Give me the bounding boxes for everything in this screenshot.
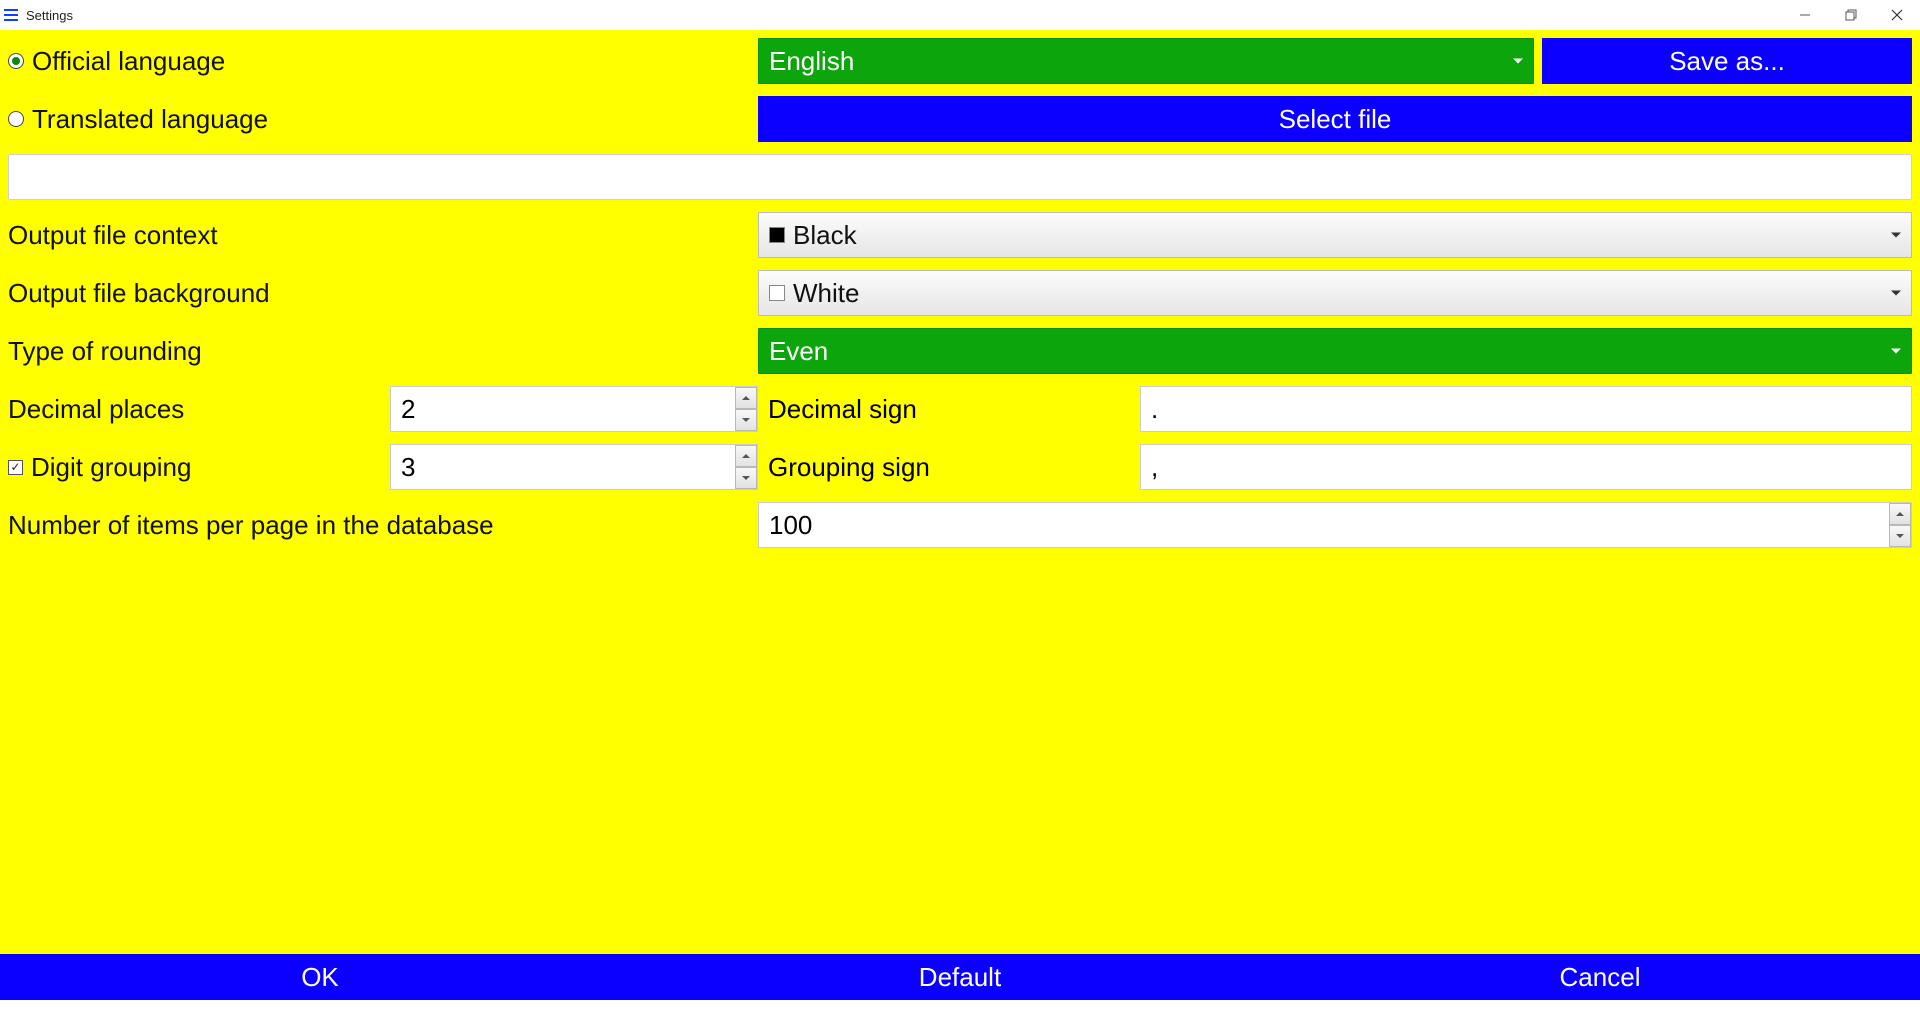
grouping-sign-label: Grouping sign — [768, 452, 930, 483]
triangle-down-icon — [742, 476, 750, 480]
footer-bar: OK Default Cancel — [0, 954, 1920, 1000]
settings-panel: Official language English Save as... Tra… — [0, 30, 1920, 1000]
radio-unchecked-icon — [8, 111, 24, 127]
row-grouping: ✓ Digit grouping 3 Grouping sign , — [8, 444, 1912, 490]
spin-down-button[interactable] — [1889, 525, 1911, 547]
output-background-label: Output file background — [8, 278, 270, 309]
decimal-sign-label: Decimal sign — [768, 394, 917, 425]
chevron-down-icon — [1891, 291, 1901, 296]
file-path-display — [8, 154, 1912, 200]
output-context-value: Black — [793, 220, 857, 251]
select-file-button[interactable]: Select file — [758, 96, 1912, 142]
triangle-down-icon — [1896, 534, 1904, 538]
radio-checked-icon — [8, 53, 24, 69]
output-context-dropdown[interactable]: Black — [758, 212, 1912, 258]
translated-language-radio[interactable]: Translated language — [8, 104, 268, 135]
app-menu-icon — [4, 7, 20, 23]
digit-grouping-label: Digit grouping — [31, 452, 191, 483]
grouping-sign-input[interactable]: , — [1140, 444, 1912, 490]
row-file-path — [8, 154, 1912, 200]
row-translated-language: Translated language Select file — [8, 96, 1912, 142]
rounding-value: Even — [769, 336, 828, 367]
row-decimal: Decimal places 2 Decimal sign . — [8, 386, 1912, 432]
window-title: Settings — [26, 8, 73, 23]
items-per-page-spinner[interactable]: 100 — [758, 502, 1912, 548]
triangle-down-icon — [742, 418, 750, 422]
chevron-down-icon — [1891, 233, 1901, 238]
spin-up-button[interactable] — [735, 445, 757, 467]
window-controls — [1782, 0, 1920, 30]
cancel-button[interactable]: Cancel — [1280, 954, 1920, 1000]
digit-grouping-spinner[interactable]: 3 — [390, 444, 758, 490]
color-swatch-white — [769, 285, 785, 301]
decimal-sign-input[interactable]: . — [1140, 386, 1912, 432]
output-context-label: Output file context — [8, 220, 218, 251]
triangle-up-icon — [742, 396, 750, 400]
row-output-background: Output file background White — [8, 270, 1912, 316]
output-background-dropdown[interactable]: White — [758, 270, 1912, 316]
row-output-context: Output file context Black — [8, 212, 1912, 258]
items-per-page-value: 100 — [769, 510, 812, 541]
close-button[interactable] — [1874, 0, 1920, 30]
decimal-places-spinner[interactable]: 2 — [390, 386, 758, 432]
decimal-places-label: Decimal places — [8, 394, 184, 425]
output-background-value: White — [793, 278, 859, 309]
checkbox-checked-icon: ✓ — [8, 460, 23, 475]
save-as-button[interactable]: Save as... — [1542, 38, 1912, 84]
official-language-radio[interactable]: Official language — [8, 46, 225, 77]
triangle-up-icon — [1896, 512, 1904, 516]
digit-grouping-value: 3 — [401, 452, 415, 483]
titlebar: Settings — [0, 0, 1920, 30]
default-button[interactable]: Default — [640, 954, 1280, 1000]
official-language-label: Official language — [32, 46, 225, 77]
ok-button[interactable]: OK — [0, 954, 640, 1000]
minimize-button[interactable] — [1782, 0, 1828, 30]
decimal-places-value: 2 — [401, 394, 415, 425]
digit-grouping-checkbox[interactable]: ✓ Digit grouping — [8, 452, 191, 483]
rounding-dropdown[interactable]: Even — [758, 328, 1912, 374]
row-rounding: Type of rounding Even — [8, 328, 1912, 374]
decimal-sign-value: . — [1151, 394, 1158, 425]
triangle-up-icon — [742, 454, 750, 458]
color-swatch-black — [769, 227, 785, 243]
chevron-down-icon — [1513, 59, 1523, 64]
spin-down-button[interactable] — [735, 409, 757, 431]
spin-up-button[interactable] — [1889, 503, 1911, 525]
row-official-language: Official language English Save as... — [8, 38, 1912, 84]
maximize-button[interactable] — [1828, 0, 1874, 30]
official-language-dropdown[interactable]: English — [758, 38, 1534, 84]
row-items-per-page: Number of items per page in the database… — [8, 502, 1912, 548]
spin-down-button[interactable] — [735, 467, 757, 489]
items-per-page-label: Number of items per page in the database — [8, 510, 494, 541]
chevron-down-icon — [1891, 349, 1901, 354]
translated-language-label: Translated language — [32, 104, 268, 135]
rounding-label: Type of rounding — [8, 336, 202, 367]
official-language-value: English — [769, 46, 854, 77]
spin-up-button[interactable] — [735, 387, 757, 409]
grouping-sign-value: , — [1151, 452, 1158, 483]
